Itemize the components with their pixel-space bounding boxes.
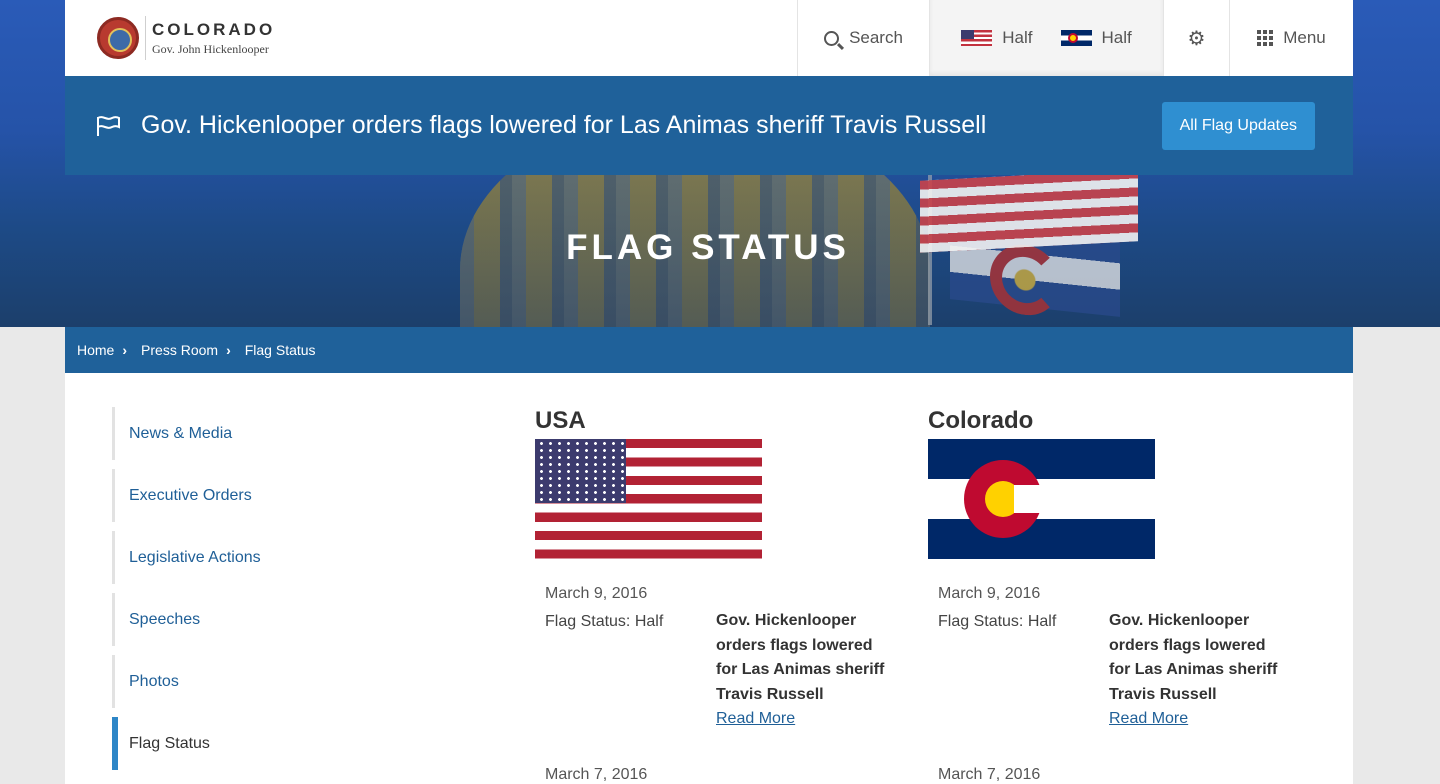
sidebar-item-news-media[interactable]: News & Media: [112, 407, 372, 460]
entry-headline: Gov. Hickenlooper orders flags lowered f…: [716, 612, 885, 703]
site-logo[interactable]: COLORADO Gov. John Hickenlooper: [65, 0, 797, 76]
menu-label: Menu: [1283, 28, 1326, 47]
all-flag-updates-button[interactable]: All Flag Updates: [1161, 101, 1315, 150]
chevron-right-icon: ›: [226, 342, 231, 358]
search-icon: [824, 30, 840, 46]
colorado-flag-image: [928, 439, 1155, 559]
breadcrumb-press-room[interactable]: Press Room ›: [141, 342, 245, 358]
hero-title: FLAG STATUS: [566, 228, 850, 267]
sidebar-item-flag-status[interactable]: Flag Status: [112, 717, 372, 770]
colorado-flag-section: Colorado March 9, 2016 Flag Status: Half…: [928, 407, 1288, 732]
site-header: COLORADO Gov. John Hickenlooper Search H…: [65, 0, 1353, 76]
colorado-flag-icon: [1060, 30, 1092, 46]
chevron-right-icon: ›: [122, 342, 128, 358]
colorado-flag-entry: March 9, 2016 Flag Status: Half Gov. Hic…: [938, 585, 1288, 732]
state-seal-icon: [97, 17, 139, 59]
settings-button[interactable]: ⚙: [1163, 0, 1229, 76]
co-flag-status: Half: [1060, 28, 1132, 48]
breadcrumb-home[interactable]: Home ›: [77, 342, 141, 358]
sidebar-item-speeches[interactable]: Speeches: [112, 593, 372, 646]
entry-date: March 9, 2016: [545, 585, 648, 602]
announcement-text[interactable]: Gov. Hickenlooper orders flags lowered f…: [141, 111, 1162, 140]
entry-date: March 7, 2016: [938, 766, 1041, 783]
entry-headline: Gov. Hickenlooper orders flags lowered f…: [1109, 612, 1278, 703]
search-button[interactable]: Search: [797, 0, 929, 76]
co-flag-status-label: Half: [1101, 28, 1132, 47]
main-content: News & Media Executive Orders Legislativ…: [65, 373, 1353, 784]
flag-announcement-bar: Gov. Hickenlooper orders flags lowered f…: [65, 76, 1353, 175]
logo-state-name: COLORADO: [152, 19, 276, 39]
sidebar-nav: News & Media Executive Orders Legislativ…: [112, 407, 372, 779]
entry-date: March 7, 2016: [545, 766, 648, 783]
read-more-link[interactable]: Read More: [1109, 707, 1284, 732]
usa-section-title: USA: [535, 407, 586, 434]
usa-flag-section: USA March 9, 2016 Flag Status: Half Gov.…: [535, 407, 895, 732]
search-label: Search: [849, 28, 903, 47]
gear-icon: ⚙: [1187, 27, 1206, 50]
entry-date: March 9, 2016: [938, 585, 1041, 602]
menu-button[interactable]: Menu: [1229, 0, 1353, 76]
breadcrumb: Home › Press Room › Flag Status: [65, 327, 1353, 373]
sidebar-item-legislative-actions[interactable]: Legislative Actions: [112, 531, 372, 584]
us-flag-icon: [961, 30, 993, 46]
us-flag-image: [535, 439, 762, 559]
sidebar-item-executive-orders[interactable]: Executive Orders: [112, 469, 372, 522]
read-more-link[interactable]: Read More: [716, 707, 891, 732]
flag-status-toggle[interactable]: Half Half: [929, 0, 1163, 76]
usa-flag-entry: March 9, 2016 Flag Status: Half Gov. Hic…: [545, 585, 895, 732]
us-flag-status-label: Half: [1002, 28, 1033, 47]
logo-divider: [145, 16, 146, 60]
grid-menu-icon: [1257, 30, 1274, 46]
flag-outline-icon: [97, 115, 120, 136]
colorado-section-title: Colorado: [928, 407, 1034, 434]
breadcrumb-current: Flag Status: [244, 342, 316, 358]
logo-governor-name: Gov. John Hickenlooper: [152, 41, 269, 56]
us-flag-status: Half: [961, 28, 1033, 48]
entry-flag-status: Flag Status: Half: [545, 613, 664, 630]
sidebar-item-photos[interactable]: Photos: [112, 655, 372, 708]
entry-flag-status: Flag Status: Half: [938, 613, 1057, 630]
